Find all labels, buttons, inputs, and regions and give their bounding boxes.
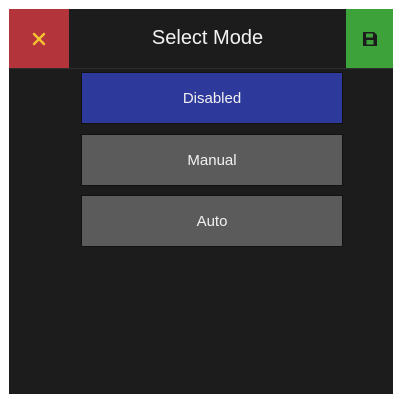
option-auto[interactable]: Auto	[81, 195, 343, 247]
floppy-disk-icon	[362, 31, 377, 46]
option-label: Disabled	[182, 89, 242, 107]
close-button[interactable]	[9, 9, 69, 68]
mode-select-screen: Select Mode Disabled Manual Auto	[9, 9, 393, 394]
close-icon	[32, 32, 46, 45]
page-title: Select Mode	[151, 27, 264, 49]
option-label: Manual	[187, 151, 237, 169]
header-bar: Select Mode	[9, 9, 393, 69]
option-manual[interactable]: Manual	[81, 134, 343, 186]
option-label: Auto	[196, 212, 228, 230]
option-disabled[interactable]: Disabled	[81, 72, 343, 124]
save-button[interactable]	[346, 9, 393, 68]
